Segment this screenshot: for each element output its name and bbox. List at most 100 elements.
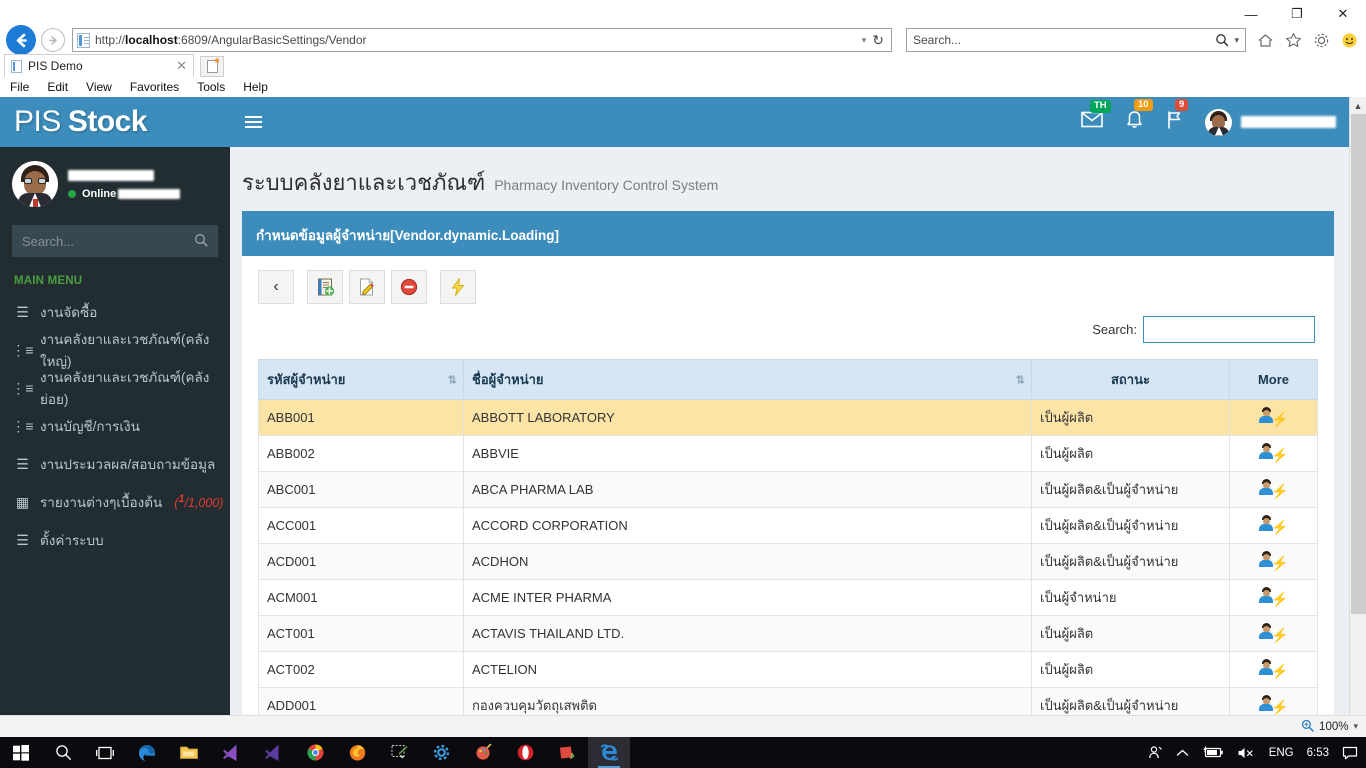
person-bolt-icon[interactable] [1258, 587, 1275, 604]
browser-back-button[interactable] [6, 25, 36, 55]
browser-tab[interactable]: PIS Demo ✕ [4, 54, 194, 77]
column-header-vendor-name[interactable]: ชื่อผู้จำหน่าย ⇅ [464, 360, 1032, 400]
table-row[interactable]: ABB002ABBVIEเป็นผู้ผลิต⚡ [259, 436, 1318, 472]
app-logo[interactable]: PIS Stock [0, 97, 230, 147]
address-bar[interactable]: http://localhost:6809/AngularBasicSettin… [72, 28, 892, 52]
maximize-button[interactable]: ❐ [1274, 0, 1320, 28]
gear-icon[interactable] [1312, 31, 1331, 50]
sidebar-item-0[interactable]: ☰ งานจัดซื้อ [0, 293, 230, 331]
settings-gear-icon[interactable] [420, 737, 462, 768]
sidebar-item-1[interactable]: ⋮≡ งานคลังยาและเวชภัณฑ์(คลังใหญ่) [0, 331, 230, 369]
minimize-button[interactable]: — [1228, 0, 1274, 28]
tasks-button[interactable]: 9 [1166, 110, 1183, 135]
menu-edit[interactable]: Edit [47, 80, 68, 94]
table-row[interactable]: ABB001ABBOTT LABORATORYเป็นผู้ผลิต⚡ [259, 400, 1318, 436]
chevron-down-icon[interactable]: ▾ [856, 35, 873, 46]
browser-forward-button[interactable] [41, 28, 65, 52]
vscode-icon[interactable] [210, 737, 252, 768]
smiley-icon[interactable] [1340, 31, 1359, 50]
search-icon[interactable] [194, 233, 208, 250]
table-row[interactable]: ACT001ACTAVIS THAILAND LTD.เป็นผู้ผลิต⚡ [259, 616, 1318, 652]
sidebar-item-5[interactable]: ▦ รายงานต่างๆเบื้องต้น (1/1,0001/1,000) [0, 483, 230, 521]
person-bolt-icon[interactable] [1258, 695, 1275, 712]
close-button[interactable]: ✕ [1320, 0, 1366, 28]
table-row[interactable]: ABC001ABCA PHARMA LABเป็นผู้ผลิต&เป็นผู้… [259, 472, 1318, 508]
people-icon[interactable] [1148, 745, 1163, 760]
delete-record-button[interactable] [391, 270, 427, 304]
opera-icon[interactable] [504, 737, 546, 768]
sidebar-search[interactable]: Search... [12, 225, 218, 257]
menu-tools[interactable]: Tools [197, 80, 225, 94]
cell-more[interactable]: ⚡ [1230, 580, 1318, 616]
person-bolt-icon[interactable] [1258, 623, 1275, 640]
add-record-button[interactable] [307, 270, 343, 304]
cell-more[interactable]: ⚡ [1230, 400, 1318, 436]
scrollbar-thumb[interactable] [1351, 114, 1366, 614]
chrome-icon[interactable] [294, 737, 336, 768]
notifications-button[interactable]: 10 [1125, 110, 1144, 135]
back-button[interactable]: ‹ [258, 270, 294, 304]
favorites-star-icon[interactable] [1284, 31, 1303, 50]
file-explorer-icon[interactable] [168, 737, 210, 768]
cell-more[interactable]: ⚡ [1230, 616, 1318, 652]
cell-more[interactable]: ⚡ [1230, 652, 1318, 688]
cell-more[interactable]: ⚡ [1230, 544, 1318, 580]
person-bolt-icon[interactable] [1258, 515, 1275, 532]
table-row[interactable]: ACC001ACCORD CORPORATIONเป็นผู้ผลิต&เป็น… [259, 508, 1318, 544]
edit-record-button[interactable] [349, 270, 385, 304]
search-chevron-down-icon[interactable]: ▾ [1229, 35, 1239, 46]
volume-muted-icon[interactable] [1237, 746, 1256, 760]
person-bolt-icon[interactable] [1258, 443, 1275, 460]
person-bolt-icon[interactable] [1258, 659, 1275, 676]
search-icon[interactable] [42, 737, 84, 768]
column-header-more[interactable]: More [1230, 360, 1318, 400]
person-bolt-icon[interactable] [1258, 407, 1275, 424]
person-bolt-icon[interactable] [1258, 479, 1275, 496]
table-row[interactable]: ACM001ACME INTER PHARMAเป็นผู้จำหน่าย⚡ [259, 580, 1318, 616]
table-search-input[interactable] [1143, 316, 1315, 343]
sidebar-item-4[interactable]: ☰ งานประมวลผล/สอบถามข้อมูล [0, 445, 230, 483]
firefox-icon[interactable] [336, 737, 378, 768]
person-bolt-icon[interactable] [1258, 551, 1275, 568]
clock[interactable]: 6:53 [1307, 747, 1329, 759]
vscode-insiders-icon[interactable] [252, 737, 294, 768]
task-view-icon[interactable] [84, 737, 126, 768]
menu-favorites[interactable]: Favorites [130, 80, 179, 94]
battery-charging-icon[interactable] [1202, 746, 1224, 759]
browser-search-box[interactable]: Search... ▾ [906, 28, 1246, 52]
sidebar-item-3[interactable]: ⋮≡ งานบัญชี/การเงิน [0, 407, 230, 445]
table-row[interactable]: ACD001ACDHONเป็นผู้ผลิต&เป็นผู้จำหน่าย⚡ [259, 544, 1318, 580]
internet-explorer-icon[interactable] [588, 737, 630, 768]
column-header-vendor-code[interactable]: รหัสผู้จำหน่าย ⇅ [259, 360, 464, 400]
chevron-up-icon[interactable] [1176, 748, 1189, 758]
menu-view[interactable]: View [86, 80, 112, 94]
tab-close-icon[interactable]: ✕ [170, 58, 187, 74]
zoom-chevron-down-icon[interactable]: ▾ [1353, 721, 1358, 732]
paint-icon[interactable] [462, 737, 504, 768]
language-indicator[interactable]: ENG [1269, 747, 1294, 759]
cell-more[interactable]: ⚡ [1230, 508, 1318, 544]
messages-button[interactable]: TH [1081, 111, 1103, 133]
reload-icon[interactable]: ↻ [872, 32, 887, 49]
scroll-up-icon[interactable]: ▲ [1350, 97, 1366, 114]
table-row[interactable]: ACT002ACTELIONเป็นผู้ผลิต⚡ [259, 652, 1318, 688]
sort-icon[interactable]: ⇅ [1016, 373, 1023, 386]
action-button[interactable] [440, 270, 476, 304]
cell-more[interactable]: ⚡ [1230, 472, 1318, 508]
sort-icon[interactable]: ⇅ [448, 373, 455, 386]
sidebar-item-6[interactable]: ☰ ตั้งค่าระบบ [0, 521, 230, 559]
page-scrollbar[interactable]: ▲ ▼ [1349, 97, 1366, 737]
sticky-notes-icon[interactable] [546, 737, 588, 768]
cell-more[interactable]: ⚡ [1230, 436, 1318, 472]
new-tab-button[interactable] [200, 56, 224, 77]
edge-icon[interactable] [126, 737, 168, 768]
user-menu[interactable] [1205, 109, 1336, 136]
sidebar-user-panel[interactable]: Online [0, 147, 230, 217]
column-header-status[interactable]: สถานะ [1032, 360, 1230, 400]
snipping-tool-icon[interactable] [378, 737, 420, 768]
start-icon[interactable] [0, 737, 42, 768]
menu-toggle-icon[interactable] [230, 97, 276, 147]
menu-file[interactable]: File [10, 80, 29, 94]
menu-help[interactable]: Help [243, 80, 268, 94]
zoom-magnifier-icon[interactable] [1301, 719, 1314, 735]
